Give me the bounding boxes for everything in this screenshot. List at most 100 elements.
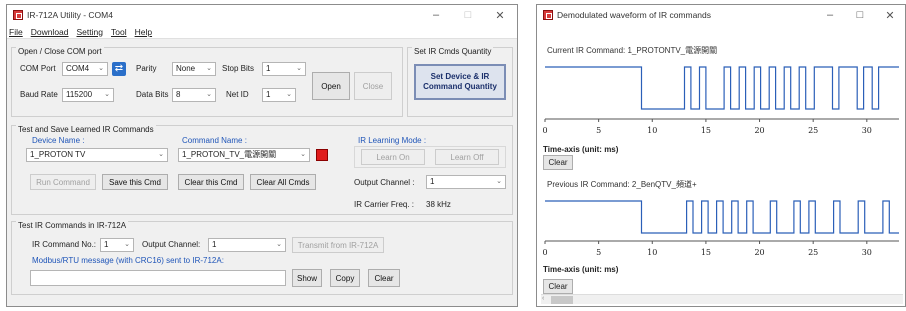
device-name-select[interactable]: 1_PROTON TV ⌄ — [26, 148, 168, 162]
x-tick-label: 15 — [701, 248, 711, 257]
x-tick-label: 0 — [542, 126, 547, 135]
stop-bits-select[interactable]: 1 ⌄ — [262, 62, 306, 76]
set-quantity-button[interactable]: Set Device & IR Command Quantity — [414, 64, 506, 100]
menu-setting[interactable]: Setting — [77, 27, 103, 37]
stop-bits-label: Stop Bits — [222, 64, 255, 73]
x-tick-label: 0 — [542, 248, 547, 257]
output-channel-select[interactable]: 1 ⌄ — [426, 175, 506, 189]
device-name-label: Device Name : — [32, 136, 85, 145]
menu-tool[interactable]: Tool — [111, 27, 127, 37]
x-tick-label: 30 — [862, 248, 872, 257]
run-command-button[interactable]: Run Command — [30, 174, 96, 190]
waveform-window-title: Demodulated waveform of IR commands — [557, 10, 712, 20]
app-icon — [13, 10, 23, 20]
window-title: IR-712A Utility - COM4 — [27, 10, 113, 20]
net-id-label: Net ID — [226, 90, 249, 99]
waveform-close-button[interactable]: ✕ — [875, 5, 905, 25]
net-id-select[interactable]: 1 ⌄ — [262, 88, 296, 102]
x-tick-label: 30 — [862, 126, 872, 135]
clear-current-button[interactable]: Clear — [543, 155, 573, 170]
test-output-channel-select[interactable]: 1 ⌄ — [208, 238, 286, 252]
menu-bar: File Download Setting Tool Help — [7, 25, 517, 39]
command-no-select[interactable]: 1 ⌄ — [100, 238, 134, 252]
refresh-icon[interactable]: ⇄ — [112, 62, 126, 76]
learn-on-button[interactable]: Learn On — [361, 149, 425, 165]
quantity-group: Set IR Cmds Quantity Set Device & IR Com… — [407, 47, 513, 117]
menu-download[interactable]: Download — [31, 27, 69, 37]
learn-off-button[interactable]: Learn Off — [435, 149, 499, 165]
x-tick-label: 5 — [596, 126, 601, 135]
scroll-left-icon[interactable]: ‹ — [542, 295, 544, 302]
transmit-button[interactable]: Transmit from IR-712A — [292, 237, 384, 253]
command-name-select[interactable]: 1_PROTON_TV_電源開關 ⌄ — [178, 148, 310, 162]
chevron-down-icon: ⌄ — [158, 151, 164, 158]
clear-previous-button[interactable]: Clear — [543, 279, 573, 294]
data-bits-label: Data Bits — [136, 90, 169, 99]
chevron-down-icon: ⌄ — [276, 241, 282, 248]
chevron-down-icon: ⌄ — [296, 65, 302, 72]
chevron-down-icon: ⌄ — [496, 178, 502, 185]
com-port-group: Open / Close COM port COM Port COM4 ⌄ ⇄ P… — [11, 47, 403, 117]
x-tick-label: 20 — [754, 248, 764, 257]
minimize-button[interactable]: – — [421, 5, 451, 25]
clear-cmd-button[interactable]: Clear this Cmd — [178, 174, 244, 190]
chevron-down-icon: ⌄ — [98, 65, 104, 72]
test-group-title: Test IR Commands in IR-712A — [16, 221, 129, 230]
waveform-window: Demodulated waveform of IR commands – □ … — [536, 4, 906, 307]
utility-titlebar[interactable]: IR-712A Utility - COM4 – □ ✕ — [7, 5, 517, 25]
test-group: Test IR Commands in IR-712A IR Command N… — [11, 221, 513, 295]
clear-modbus-button[interactable]: Clear — [368, 269, 400, 287]
x-tick-label: 25 — [808, 248, 818, 257]
menu-file[interactable]: File — [9, 27, 23, 37]
com-port-select[interactable]: COM4 ⌄ — [62, 62, 108, 76]
baud-rate-select[interactable]: 115200 ⌄ — [62, 88, 114, 102]
parity-select[interactable]: None ⌄ — [172, 62, 216, 76]
maximize-button[interactable]: □ — [453, 5, 483, 25]
com-port-label: COM Port — [20, 64, 56, 73]
waveform-minimize-button[interactable]: – — [815, 5, 845, 25]
com-port-group-title: Open / Close COM port — [16, 47, 104, 56]
save-cmd-button[interactable]: Save this Cmd — [102, 174, 168, 190]
command-no-label: IR Command No.: — [32, 240, 97, 249]
waveform-series-line — [545, 200, 899, 234]
modbus-label: Modbus/RTU message (with CRC16) sent to … — [32, 256, 224, 265]
utility-window: IR-712A Utility - COM4 – □ ✕ File Downlo… — [6, 4, 518, 307]
chevron-down-icon: ⌄ — [104, 91, 110, 98]
x-tick-label: 10 — [647, 126, 657, 135]
previous-waveform-svg: 0 5 10 15 20 25 30 — [542, 200, 899, 257]
waveform-app-icon — [543, 10, 553, 20]
clear-all-cmds-button[interactable]: Clear All Cmds — [250, 174, 316, 190]
current-waveform-svg: 0 5 10 15 20 25 30 — [542, 66, 899, 135]
previous-waveform-plot: 0 5 10 15 20 25 30 — [541, 193, 903, 263]
quantity-group-title: Set IR Cmds Quantity — [412, 47, 494, 56]
menu-help[interactable]: Help — [135, 27, 152, 37]
horizontal-scrollbar[interactable]: ‹ — [541, 294, 903, 304]
current-command-label: Current IR Command: 1_PROTONTV_電源開關 — [547, 46, 718, 55]
carrier-freq-value: 38 kHz — [426, 200, 451, 209]
open-button[interactable]: Open — [312, 72, 350, 100]
x-tick-label: 10 — [647, 248, 657, 257]
scrollbar-thumb[interactable] — [551, 296, 573, 304]
waveform-maximize-button[interactable]: □ — [845, 5, 875, 25]
x-tick-label: 25 — [808, 126, 818, 135]
copy-button[interactable]: Copy — [330, 269, 360, 287]
previous-axis-caption: Time-axis (unit: ms) — [543, 265, 619, 274]
learning-mode-label: IR Learning Mode : — [358, 136, 427, 145]
show-button[interactable]: Show — [292, 269, 322, 287]
close-window-button[interactable]: ✕ — [485, 5, 515, 25]
baud-rate-label: Baud Rate — [20, 90, 58, 99]
waveform-titlebar[interactable]: Demodulated waveform of IR commands – □ … — [537, 5, 905, 25]
data-bits-select[interactable]: 8 ⌄ — [172, 88, 216, 102]
chevron-down-icon: ⌄ — [206, 65, 212, 72]
close-port-button[interactable]: Close — [354, 72, 392, 100]
modbus-message-field[interactable] — [30, 270, 286, 286]
test-output-channel-label: Output Channel: — [142, 240, 201, 249]
current-axis-caption: Time-axis (unit: ms) — [543, 145, 619, 154]
output-channel-label: Output Channel : — [354, 178, 415, 187]
current-waveform-plot: 0 5 10 15 20 25 30 — [541, 59, 903, 147]
parity-label: Parity — [136, 64, 157, 73]
chevron-down-icon: ⌄ — [300, 151, 306, 158]
chevron-down-icon: ⌄ — [124, 241, 130, 248]
carrier-freq-label: IR Carrier Freq. : — [354, 200, 415, 209]
x-tick-label: 15 — [701, 126, 711, 135]
